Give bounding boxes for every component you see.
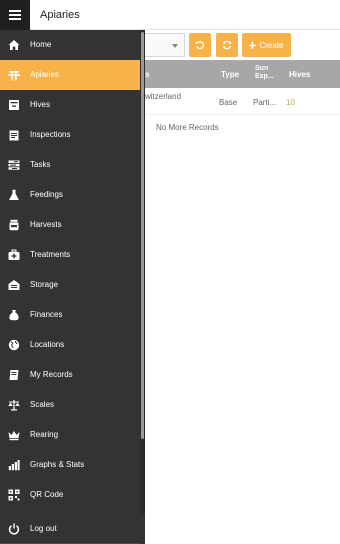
sidebar-item-label: Home — [30, 40, 52, 49]
jar-icon — [8, 219, 20, 231]
cell-location: witzerland — [145, 92, 182, 101]
cell-hives: 10 — [286, 98, 295, 107]
sidebar-item-inspections[interactable]: Inspections — [0, 120, 140, 150]
apiaries-page: Create s Type Sun Exp... Hives witzerlan… — [145, 30, 340, 544]
tasks-icon — [8, 159, 20, 171]
sidebar-item-tasks[interactable]: Tasks — [0, 150, 140, 180]
medkit-icon — [8, 249, 20, 261]
plus-icon — [249, 41, 257, 49]
column-header-sun-exposure[interactable]: Sun Exp... — [255, 65, 279, 81]
create-button-label: Create — [259, 40, 284, 50]
sidebar-item-label: Rearing — [30, 430, 59, 439]
sidebar-item-label: QR Code — [30, 490, 64, 499]
power-icon — [8, 523, 20, 535]
sidebar-item-storage[interactable]: Storage — [0, 270, 140, 300]
sidebar-scrollbar-thumb[interactable] — [141, 32, 144, 439]
menu-button[interactable] — [0, 0, 30, 30]
undo-button[interactable] — [189, 33, 211, 57]
logout-button[interactable]: Log out — [0, 514, 140, 544]
cell-type: Base — [219, 98, 238, 107]
sidebar-item-apiaries[interactable]: Apiaries — [0, 60, 140, 90]
bar-chart-icon — [8, 459, 20, 471]
qr-code-icon — [8, 489, 20, 501]
clipboard-icon — [8, 129, 20, 141]
sidebar-item-scales[interactable]: Scales — [0, 390, 140, 420]
refresh-button[interactable] — [216, 33, 238, 57]
column-header-hives[interactable]: Hives — [289, 70, 310, 79]
sidebar-item-label: Scales — [30, 400, 55, 409]
flask-icon — [8, 189, 20, 201]
sidebar-item-finances[interactable]: Finances — [0, 300, 140, 330]
sidebar-item-qr-code[interactable]: QR Code — [0, 480, 140, 510]
crown-icon — [8, 429, 20, 441]
chevron-down-icon — [172, 44, 178, 48]
globe-icon — [8, 339, 20, 351]
sidebar-item-label: Tasks — [30, 160, 51, 169]
sidebar-item-graphs-stats[interactable]: Graphs & Stats — [0, 450, 140, 480]
hamburger-icon — [9, 10, 21, 20]
sidebar-item-label: Locations — [30, 340, 65, 349]
apiary-icon — [8, 69, 20, 81]
toolbar: Create — [145, 33, 340, 57]
create-button[interactable]: Create — [242, 33, 291, 57]
home-icon — [8, 39, 20, 51]
no-more-records: No More Records — [156, 123, 219, 132]
sidebar-item-treatments[interactable]: Treatments — [0, 240, 140, 270]
page-title: Apiaries — [40, 9, 80, 21]
refresh-icon — [222, 40, 232, 50]
sidebar-item-label: Finances — [30, 310, 63, 319]
money-bag-icon — [8, 309, 20, 321]
sidebar-item-locations[interactable]: Locations — [0, 330, 140, 360]
sidebar: Home Apiaries Hives Inspections Tasks Fe… — [0, 30, 145, 544]
column-header-type[interactable]: Type — [221, 70, 239, 79]
column-header-name[interactable]: s — [145, 70, 149, 79]
sidebar-item-harvests[interactable]: Harvests — [0, 210, 140, 240]
warehouse-icon — [8, 279, 20, 291]
sidebar-item-label: Treatments — [30, 250, 71, 259]
logout-label: Log out — [30, 524, 57, 533]
cell-sun-exposure: Parti... — [253, 98, 277, 107]
sidebar-item-label: Hives — [30, 100, 51, 109]
sidebar-item-label: My Records — [30, 370, 73, 379]
book-icon — [8, 369, 20, 381]
sidebar-item-my-records[interactable]: My Records — [0, 360, 140, 390]
top-bar: Apiaries — [0, 0, 340, 30]
undo-icon — [195, 41, 204, 50]
hive-icon — [8, 99, 20, 111]
sidebar-item-hives[interactable]: Hives — [0, 90, 140, 120]
scale-icon — [8, 399, 20, 411]
filter-select[interactable] — [145, 33, 185, 57]
sidebar-item-label: Graphs & Stats — [30, 460, 85, 469]
sidebar-item-feedings[interactable]: Feedings — [0, 180, 140, 210]
sidebar-item-label: Feedings — [30, 190, 63, 199]
sidebar-item-label: Inspections — [30, 130, 71, 139]
table-row[interactable]: witzerland Base Parti... 10 — [145, 88, 340, 115]
table-header: s Type Sun Exp... Hives — [145, 60, 340, 88]
sidebar-item-label: Apiaries — [30, 70, 59, 79]
sidebar-item-label: Storage — [30, 280, 59, 289]
sidebar-item-rearing[interactable]: Rearing — [0, 420, 140, 450]
sidebar-item-home[interactable]: Home — [0, 30, 140, 60]
sidebar-item-label: Harvests — [30, 220, 62, 229]
